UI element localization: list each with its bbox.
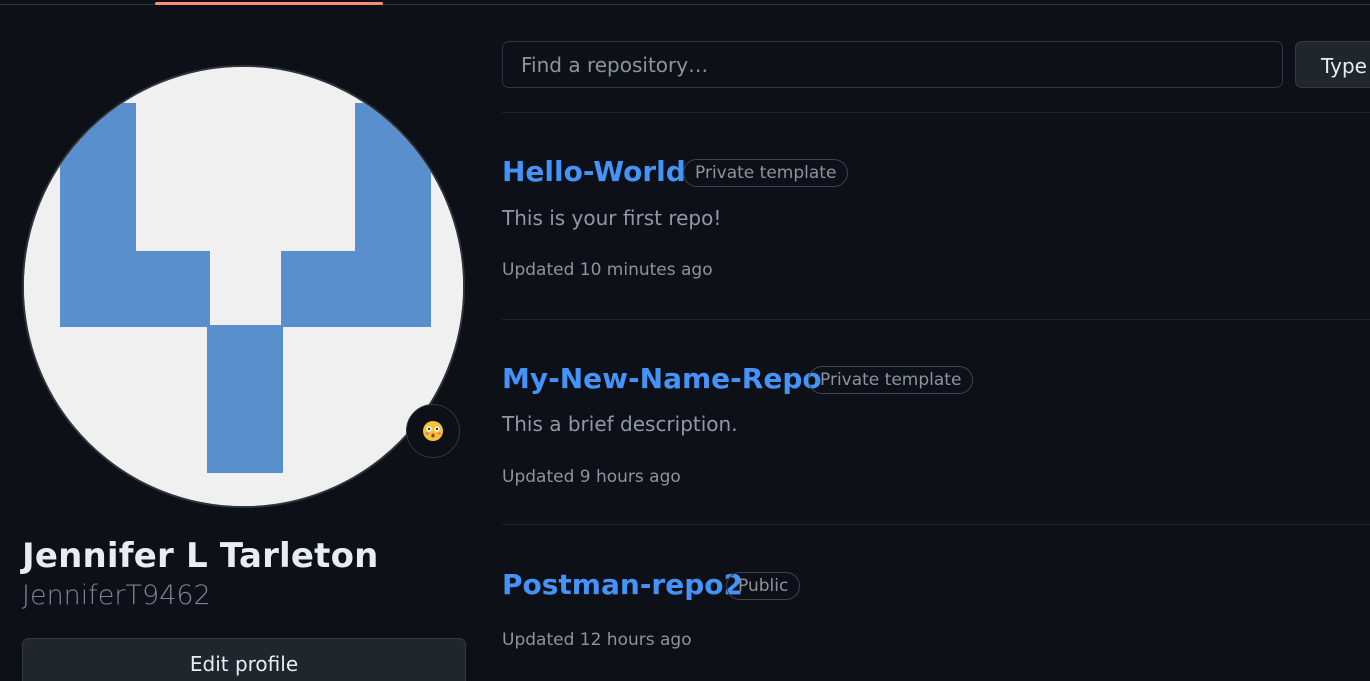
flushed-face-icon: [423, 421, 443, 441]
set-status-button[interactable]: [406, 404, 460, 458]
repo-description: This a brief description.: [502, 412, 738, 436]
profile-username: JenniferT9462: [22, 580, 211, 611]
active-tab-indicator: [155, 2, 383, 5]
list-divider: [502, 319, 1370, 320]
visibility-badge: Private template: [808, 366, 974, 394]
type-filter-button[interactable]: Type: [1295, 41, 1370, 88]
repo-updated-time: Updated 12 hours ago: [502, 630, 692, 650]
repo-updated-time: Updated 10 minutes ago: [502, 260, 713, 280]
repo-name-link[interactable]: Hello-World: [502, 155, 686, 188]
profile-repositories-page: Jennifer L Tarleton JenniferT9462 Edit p…: [0, 0, 1370, 681]
list-divider: [502, 524, 1370, 525]
edit-profile-button[interactable]: Edit profile: [22, 638, 466, 681]
repo-description: This is your first repo!: [502, 206, 722, 230]
repo-name-link[interactable]: Postman-repo2: [502, 568, 743, 601]
find-repository-input[interactable]: [502, 41, 1283, 88]
avatar[interactable]: [22, 65, 465, 508]
identicon-image: [24, 67, 463, 506]
visibility-badge: Public: [726, 572, 801, 600]
list-divider: [502, 112, 1370, 113]
visibility-badge: Private template: [683, 159, 849, 187]
repo-name-link[interactable]: My-New-Name-Repo: [502, 362, 822, 395]
profile-full-name: Jennifer L Tarleton: [22, 536, 379, 576]
repo-updated-time: Updated 9 hours ago: [502, 467, 681, 487]
